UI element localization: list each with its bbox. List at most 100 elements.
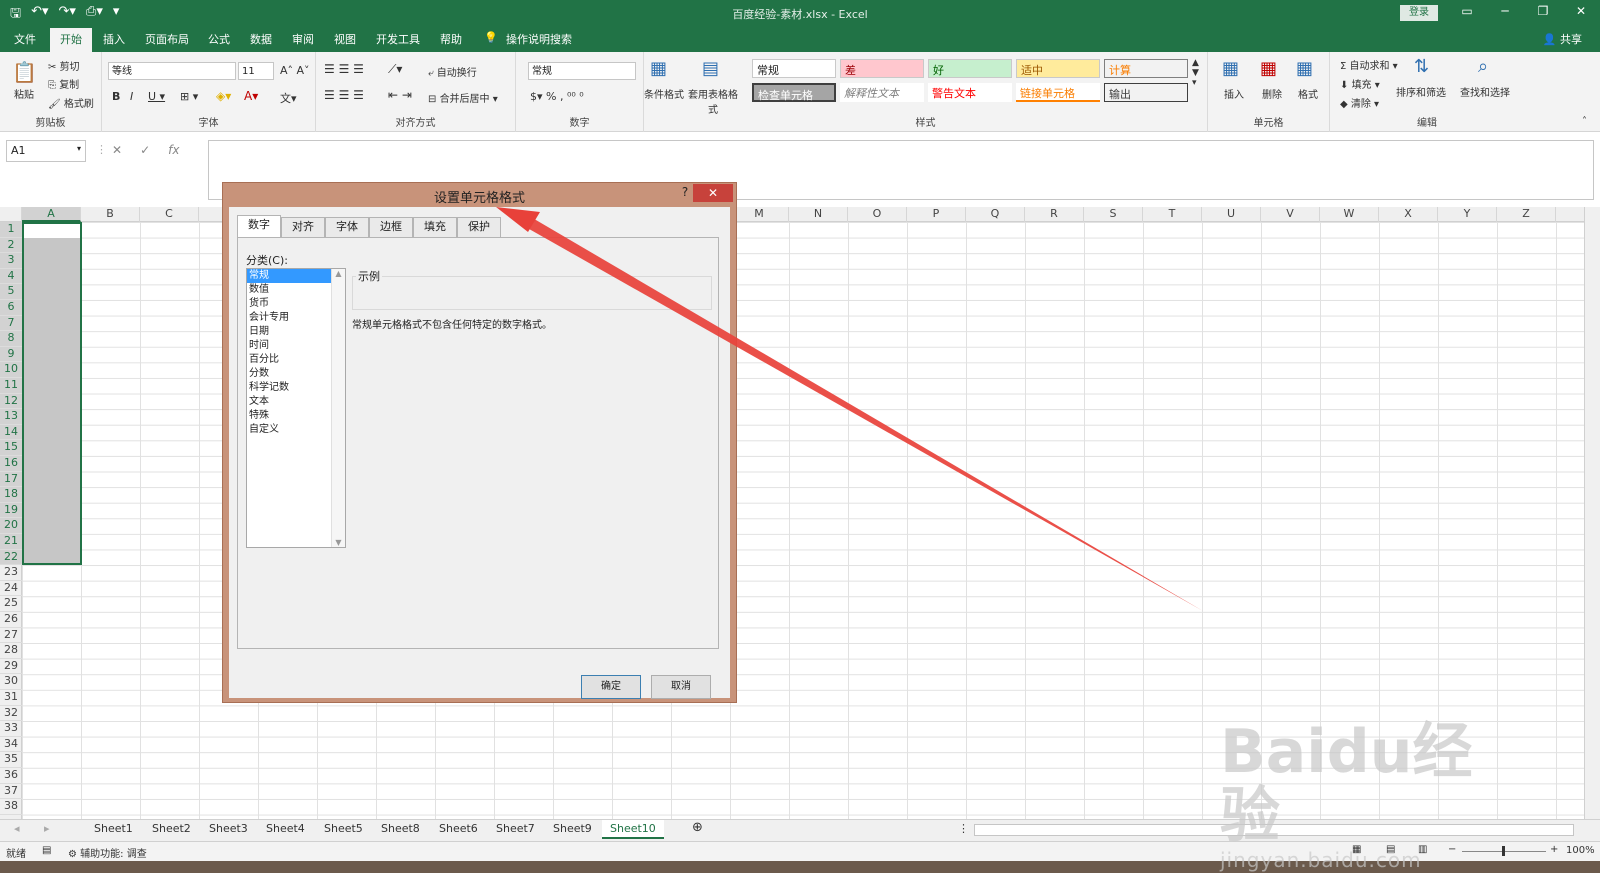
macro-record-icon[interactable]: ▤ (42, 845, 51, 856)
column-header[interactable]: C (140, 207, 199, 222)
cancel-button[interactable]: 取消 (651, 675, 711, 699)
font-grow-icon[interactable]: A˄ A˅ (280, 64, 310, 77)
sheet-tab[interactable]: Sheet8 (381, 822, 420, 835)
merge-center-button[interactable]: ⊟ 合并后居中 ▾ (428, 90, 498, 105)
tab-file[interactable]: 文件 (14, 31, 36, 47)
row-header[interactable]: 34 (0, 737, 22, 753)
row-header[interactable]: 9 (0, 346, 22, 363)
column-header[interactable]: M (730, 207, 789, 222)
tell-me-search[interactable]: 操作说明搜索 (506, 31, 572, 47)
category-item[interactable]: 分数 (247, 367, 331, 381)
category-item[interactable]: 文本 (247, 395, 331, 409)
column-header[interactable]: Y (1438, 207, 1497, 222)
zoom-level[interactable]: 100% (1566, 845, 1595, 856)
row-header[interactable]: 20 (0, 518, 22, 534)
row-header[interactable]: 8 (0, 331, 22, 347)
tab-border[interactable]: 边框 (369, 217, 413, 237)
sheet-tab[interactable]: Sheet1 (94, 822, 133, 835)
format-cells-button[interactable]: 格式 (1298, 86, 1318, 101)
fill-button[interactable]: ⬇ 填充 ▾ (1340, 76, 1380, 91)
row-header[interactable]: 30 (0, 674, 22, 690)
style-good[interactable]: 好 (928, 59, 1012, 78)
sheet-tab[interactable]: Sheet7 (496, 822, 535, 835)
row-header[interactable]: 16 (0, 456, 22, 472)
sort-filter-button[interactable]: 排序和筛选 (1396, 84, 1446, 99)
column-header[interactable]: V (1261, 207, 1320, 222)
number-format-select[interactable]: 常规 (528, 62, 636, 80)
close-button[interactable]: ✕ (1566, 4, 1596, 18)
category-item[interactable]: 自定义 (247, 423, 331, 437)
tab-view[interactable]: 视图 (334, 31, 356, 47)
tab-developer[interactable]: 开发工具 (376, 31, 420, 47)
autosum-button[interactable]: Σ 自动求和 ▾ (1340, 57, 1398, 72)
row-header[interactable]: 38 (0, 799, 22, 815)
category-item[interactable]: 时间 (247, 339, 331, 353)
row-header[interactable]: 15 (0, 440, 22, 456)
copy-button[interactable]: ⎘ 复制 (48, 76, 79, 91)
select-all-corner[interactable] (0, 207, 22, 222)
row-header[interactable]: 17 (0, 471, 22, 488)
paste-button[interactable]: 粘贴 (14, 86, 34, 101)
row-header[interactable]: 10 (0, 362, 22, 378)
help-button[interactable]: ? (675, 185, 695, 203)
column-header[interactable]: T (1143, 207, 1202, 222)
cancel-icon[interactable]: ✕ (112, 143, 122, 157)
active-cell-a1[interactable] (24, 224, 80, 238)
row-header[interactable]: 26 (0, 612, 22, 628)
style-bad[interactable]: 差 (840, 59, 924, 78)
tab-fill[interactable]: 填充 (413, 217, 457, 237)
row-header[interactable]: 18 (0, 487, 22, 503)
category-item[interactable]: 日期 (247, 325, 331, 339)
font-name-select[interactable]: 等线 (108, 62, 236, 80)
zoom-in-icon[interactable]: + (1550, 844, 1558, 855)
row-header[interactable]: 5 (0, 284, 22, 300)
style-warning[interactable]: 警告文本 (928, 83, 1012, 102)
tab-help[interactable]: 帮助 (440, 31, 462, 47)
row-header[interactable]: 14 (0, 424, 22, 441)
category-list[interactable]: 常规 数值 货币 会计专用 日期 时间 百分比 分数 科学记数 文本 特殊 自定… (246, 268, 346, 548)
accessibility-status[interactable]: ⚙ 辅助功能: 调查 (68, 845, 147, 860)
indent-icons[interactable]: ⇤ ⇥ (388, 88, 412, 102)
tab-data[interactable]: 数据 (250, 31, 272, 47)
vertical-align-icons[interactable]: ☰ ☰ ☰ (324, 62, 364, 76)
row-header[interactable]: 21 (0, 534, 22, 550)
zoom-slider-thumb[interactable] (1502, 846, 1505, 856)
row-header[interactable]: 6 (0, 300, 22, 316)
dialog-close-button[interactable]: ✕ (693, 184, 733, 202)
sheet-next-icon[interactable]: ▸ (44, 822, 50, 835)
tab-review[interactable]: 审阅 (292, 31, 314, 47)
column-header[interactable]: Q (966, 207, 1025, 222)
row-header[interactable]: 36 (0, 768, 22, 784)
number-format-icons[interactable]: $▾ % , ⁰⁰ ⁰ (530, 90, 584, 103)
row-header[interactable]: 27 (0, 628, 22, 644)
column-header[interactable]: R (1025, 207, 1084, 222)
tab-number[interactable]: 数字 (237, 215, 281, 237)
row-header[interactable]: 19 (0, 502, 22, 519)
row-header[interactable]: 28 (0, 643, 22, 659)
column-header[interactable]: S (1084, 207, 1143, 222)
ok-button[interactable]: 确定 (581, 675, 641, 699)
row-header[interactable]: 32 (0, 706, 22, 722)
insert-cells-button[interactable]: 插入 (1224, 86, 1244, 101)
find-select-icon[interactable]: ⌕ (1478, 56, 1488, 77)
vertical-scrollbar[interactable] (1584, 207, 1600, 819)
sheet-tab[interactable]: Sheet4 (266, 822, 305, 835)
sheet-tab-active[interactable]: Sheet10 (602, 820, 664, 839)
row-header[interactable]: 31 (0, 690, 22, 706)
tab-formulas[interactable]: 公式 (208, 31, 230, 47)
row-header[interactable]: 13 (0, 409, 22, 425)
style-linked-cell[interactable]: 链接单元格 (1016, 83, 1100, 102)
name-box-dropdown-icon[interactable]: ▾ (77, 144, 81, 153)
row-header[interactable]: 33 (0, 721, 22, 737)
italic-button[interactable]: I (130, 90, 133, 103)
phonetic-icon[interactable]: 文▾ (280, 90, 297, 106)
orientation-icon[interactable]: ⟋▾ (388, 62, 402, 77)
category-item[interactable]: 百分比 (247, 353, 331, 367)
row-header[interactable]: 11 (0, 378, 22, 394)
scroll-down-icon[interactable]: ▼ (332, 538, 345, 547)
font-size-select[interactable]: 11 (238, 62, 274, 80)
collapse-ribbon-icon[interactable]: ˄ (1582, 116, 1587, 127)
row-header[interactable]: 4 (0, 268, 22, 285)
name-box[interactable]: A1 ▾ (6, 140, 86, 162)
sheet-prev-icon[interactable]: ◂ (14, 822, 20, 835)
